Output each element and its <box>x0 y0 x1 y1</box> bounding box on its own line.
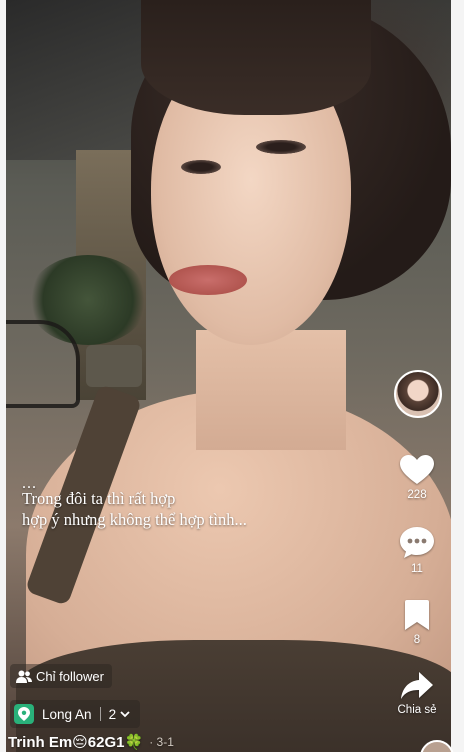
location-name: Long An <box>42 706 92 722</box>
heart-icon <box>400 455 434 484</box>
person-lips <box>169 265 247 295</box>
background-pot <box>86 345 142 387</box>
share-icon <box>401 672 433 699</box>
bookmark-icon <box>405 600 429 630</box>
person-bangs <box>141 0 371 115</box>
location-divider <box>99 707 101 721</box>
save-count: 8 <box>413 634 421 646</box>
comment-count: 11 <box>411 563 423 575</box>
person-eye-left <box>181 160 221 174</box>
like-count: 228 <box>407 489 427 501</box>
video-caption[interactable]: ... Trong đôi ta thì rất hợp hợp ý nhưng… <box>22 475 342 530</box>
comment-button[interactable]: 11 <box>386 527 448 575</box>
audience-badge[interactable]: Chỉ follower <box>10 664 112 688</box>
author-row[interactable]: Trinh Em😔62G1🍀 · 3-1 <box>8 733 174 751</box>
location-count-group[interactable]: 2 <box>109 707 131 722</box>
location-count: 2 <box>108 706 117 722</box>
save-button[interactable]: 8 <box>386 600 448 646</box>
map-pin-icon <box>14 704 34 724</box>
audience-label: Chỉ follower <box>36 668 104 684</box>
comment-icon <box>400 527 434 558</box>
person-eye-right <box>256 140 306 154</box>
caption-line-1: Trong đôi ta thì rất hợp <box>22 489 176 508</box>
author-name: Trinh Em😔62G1🍀 <box>8 734 144 751</box>
chevron-down-icon <box>120 710 130 717</box>
share-button[interactable]: Chia sẻ <box>386 672 448 716</box>
person-neck <box>196 330 346 450</box>
post-date: · 3-1 <box>149 735 174 749</box>
like-button[interactable]: 228 <box>386 455 448 501</box>
caption-ellipsis: ... <box>22 475 37 492</box>
users-icon <box>16 670 32 683</box>
share-label: Chia sẻ <box>397 704 437 716</box>
creator-avatar[interactable] <box>394 370 442 418</box>
video-player[interactable] <box>6 0 451 752</box>
location-tag[interactable]: Long An 2 <box>10 700 141 728</box>
background-chair <box>6 320 80 408</box>
video-screen: ... Trong đôi ta thì rất hợp hợp ý nhưng… <box>0 0 464 752</box>
caption-line-2: hợp ý nhưng không thể hợp tình... <box>22 510 247 529</box>
